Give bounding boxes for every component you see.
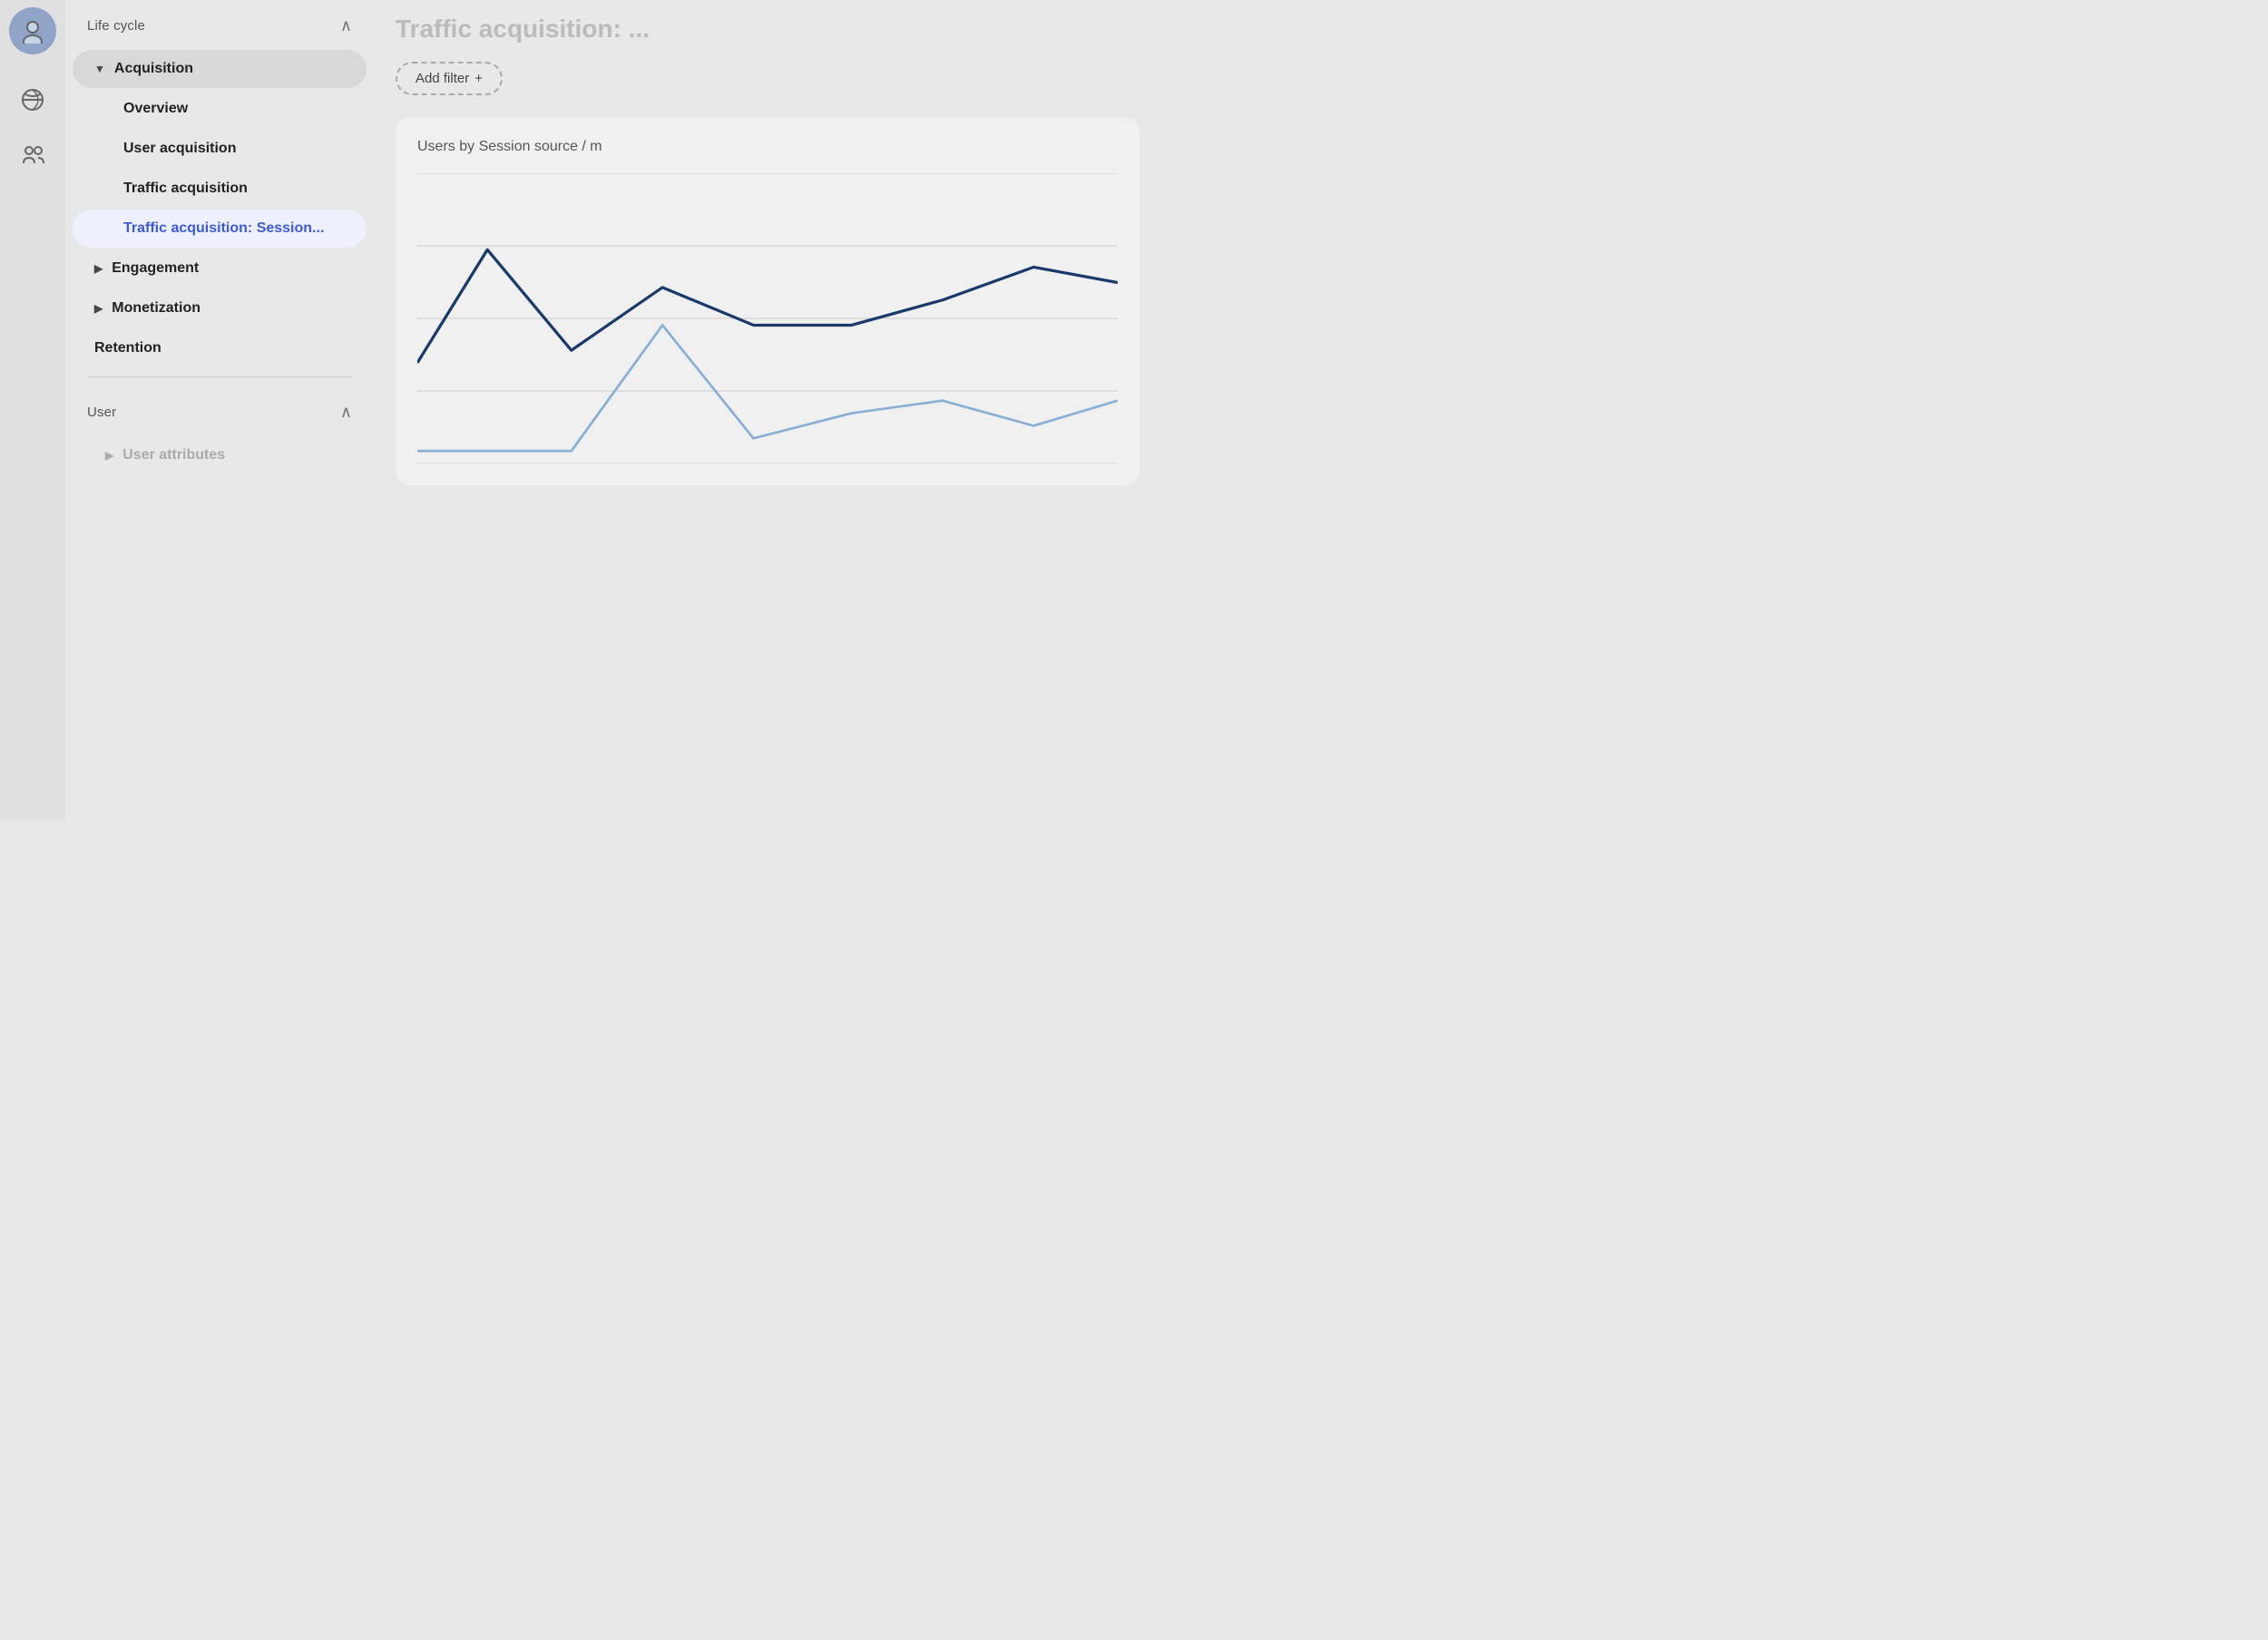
user-attributes-arrow-icon: ▶	[105, 449, 113, 462]
chart-series-2	[417, 325, 1118, 451]
user-acquisition-label: User acquisition	[123, 141, 236, 157]
user-section-header[interactable]: User ∧	[65, 386, 374, 434]
user-attributes-nav-item[interactable]: ▶ User attributes	[73, 436, 367, 474]
engagement-label: Engagement	[112, 260, 199, 277]
traffic-acquisition-label: Traffic acquisition	[123, 181, 248, 197]
analytics-nav-icon[interactable]	[9, 76, 56, 123]
traffic-acquisition-session-nav-item[interactable]: Traffic acquisition: Session...	[73, 210, 367, 248]
user-acquisition-nav-item[interactable]: User acquisition	[73, 130, 367, 168]
add-filter-button[interactable]: Add filter +	[396, 62, 503, 95]
sidebar: Life cycle ∧ ▼ Acquisition Overview User…	[65, 0, 374, 820]
section-divider	[87, 376, 352, 377]
add-filter-label: Add filter	[415, 71, 469, 86]
lifecycle-chevron-icon: ∧	[340, 16, 352, 35]
traffic-acquisition-nav-item[interactable]: Traffic acquisition	[73, 170, 367, 208]
add-filter-plus-icon: +	[474, 71, 483, 86]
chart-container	[417, 173, 1118, 464]
lifecycle-label: Life cycle	[87, 18, 145, 34]
overview-label: Overview	[123, 101, 188, 117]
acquisition-label: Acquisition	[114, 61, 193, 77]
user-avatar[interactable]	[9, 7, 56, 54]
monetization-label: Monetization	[112, 300, 200, 317]
overview-nav-item[interactable]: Overview	[73, 90, 367, 128]
chart-series-1	[417, 249, 1118, 363]
retention-nav-item[interactable]: Retention	[73, 329, 367, 367]
user-chevron-icon: ∧	[340, 403, 352, 422]
retention-label: Retention	[94, 340, 161, 356]
engagement-arrow-icon: ▶	[94, 262, 103, 275]
traffic-acquisition-session-label: Traffic acquisition: Session...	[123, 220, 324, 237]
main-content: Traffic acquisition: ... Add filter + Us…	[374, 0, 1161, 820]
engagement-nav-item[interactable]: ▶ Engagement	[73, 249, 367, 288]
audience-nav-icon[interactable]	[9, 131, 56, 178]
user-section-label: User	[87, 405, 116, 420]
icon-rail	[0, 0, 65, 820]
monetization-arrow-icon: ▶	[94, 302, 103, 315]
acquisition-arrow-icon: ▼	[94, 63, 105, 75]
chart-card: Users by Session source / m	[396, 117, 1139, 485]
page-title: Traffic acquisition: ...	[396, 15, 1139, 44]
monetization-nav-item[interactable]: ▶ Monetization	[73, 289, 367, 327]
chart-svg	[417, 173, 1118, 464]
user-attributes-label: User attributes	[122, 447, 225, 464]
acquisition-nav-item[interactable]: ▼ Acquisition	[73, 50, 367, 88]
chart-title: Users by Session source / m	[417, 139, 1118, 155]
lifecycle-section-header[interactable]: Life cycle ∧	[65, 0, 374, 48]
